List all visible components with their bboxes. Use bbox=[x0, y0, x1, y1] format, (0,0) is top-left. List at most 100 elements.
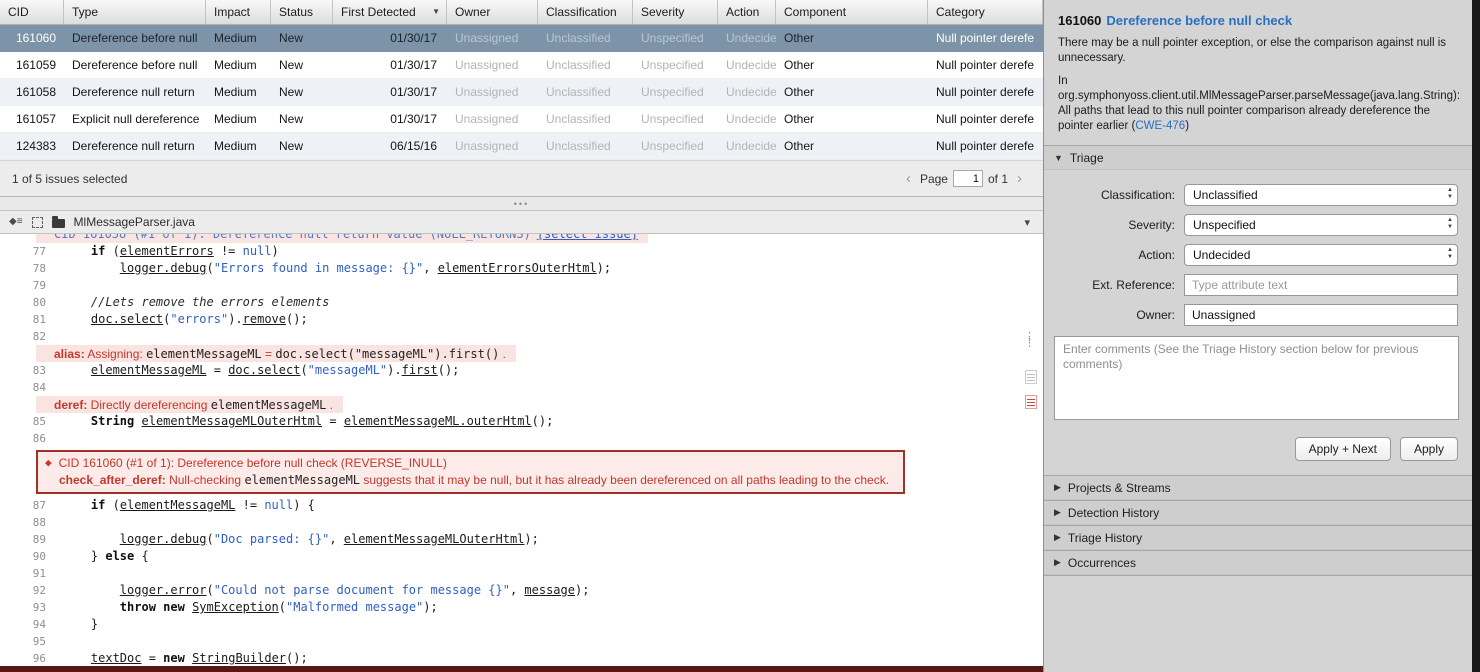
column-header-action[interactable]: Action bbox=[718, 0, 776, 24]
defect-scroll-marker-icon[interactable] bbox=[1025, 395, 1037, 409]
column-header-impact[interactable]: Impact bbox=[206, 0, 271, 24]
defect-event-row: alias: Assigning: elementMessageML = doc… bbox=[0, 345, 1043, 362]
line-number: 87 bbox=[32, 499, 46, 512]
comments-textarea[interactable] bbox=[1054, 336, 1459, 420]
cell: 124383 bbox=[15, 139, 56, 153]
page-number-input[interactable] bbox=[952, 170, 983, 187]
expand-triangle-icon[interactable]: ▶ bbox=[1054, 507, 1061, 518]
column-header-cid[interactable]: CID bbox=[0, 0, 64, 24]
code-token: (); bbox=[286, 312, 308, 326]
table-row-cid-161058[interactable]: 161058 Dereference null return Medium New 01… bbox=[0, 79, 1043, 106]
table-row-cid-124383[interactable]: 124383 Dereference null return Medium New 06… bbox=[0, 133, 1043, 160]
code-identifier-link[interactable]: elementMessageML bbox=[91, 363, 207, 377]
cell: Unassigned bbox=[455, 139, 519, 153]
code-identifier-link[interactable]: remove bbox=[243, 312, 286, 326]
owner-input[interactable] bbox=[1184, 304, 1458, 326]
projects-streams-section-header[interactable]: ▶ Projects & Streams bbox=[1044, 475, 1472, 500]
folder-icon[interactable] bbox=[51, 215, 65, 228]
horizontal-splitter[interactable]: ••• bbox=[0, 197, 1043, 211]
source-filename: MlMessageParser.java bbox=[73, 215, 195, 229]
ext-reference-input[interactable] bbox=[1184, 274, 1458, 296]
column-header-component[interactable]: Component bbox=[776, 0, 928, 24]
cell: New bbox=[279, 112, 304, 126]
select-stepper-icon[interactable]: ▲ ▼ bbox=[1447, 187, 1453, 201]
code-line-93: 93 throw new SymException("Malformed mes… bbox=[0, 599, 1043, 616]
source-code-viewer[interactable]: CID 161058 (#1 of 1): Dereference null r… bbox=[0, 234, 1043, 666]
code-identifier-link[interactable]: elementMessageML bbox=[120, 498, 236, 512]
severity-select[interactable]: Unspecified ▲ ▼ bbox=[1184, 214, 1458, 236]
cell: Unclassified bbox=[546, 139, 611, 153]
code-identifier-link[interactable]: first bbox=[402, 363, 438, 377]
column-header-type[interactable]: Type bbox=[64, 0, 206, 24]
select-issue-link[interactable]: [select issue] bbox=[537, 234, 638, 241]
code-identifier-link[interactable]: doc.select bbox=[228, 363, 300, 377]
code-token: "Errors found in message: {}" bbox=[213, 261, 424, 275]
column-header-first-detected[interactable]: First Detected ▼ bbox=[333, 0, 447, 24]
code-token: String bbox=[90, 414, 135, 428]
column-header-severity[interactable]: Severity bbox=[633, 0, 718, 24]
select-stepper-icon[interactable]: ▲ ▼ bbox=[1447, 247, 1453, 261]
splitter-grip-icon[interactable]: ••• bbox=[514, 199, 529, 209]
defect-list-icon[interactable]: ◆≡ bbox=[9, 217, 23, 227]
code-identifier-link[interactable]: elementMessageML.outerHtml bbox=[344, 414, 532, 428]
code-token: if bbox=[90, 498, 106, 512]
code-identifier-link[interactable]: logger.debug bbox=[120, 532, 207, 546]
occurrences-section-header[interactable]: ▶ Occurrences bbox=[1044, 550, 1472, 575]
select-stepper-icon[interactable]: ▲ ▼ bbox=[1447, 217, 1453, 231]
expand-triangle-icon[interactable]: ▶ bbox=[1054, 557, 1061, 568]
triage-section-header[interactable]: ▼ Triage bbox=[1044, 145, 1472, 170]
pane-resize-dots-icon[interactable]: ⋮ ⋮ bbox=[1024, 331, 1035, 348]
code-identifier-link[interactable]: doc.select bbox=[91, 312, 163, 326]
collapse-triangle-icon[interactable]: ▼ bbox=[1054, 153, 1063, 163]
event-text: Directly dereferencing bbox=[87, 397, 211, 412]
expand-triangle-icon[interactable]: ▶ bbox=[1054, 532, 1061, 543]
triage-history-section-header[interactable]: ▶ Triage History bbox=[1044, 525, 1472, 550]
issue-summary: There may be a null pointer exception, o… bbox=[1058, 37, 1447, 64]
code-identifier-link[interactable]: elementMessageMLOuterHtml bbox=[344, 532, 525, 546]
column-header-category[interactable]: Category bbox=[928, 0, 1043, 24]
fullscreen-icon[interactable] bbox=[31, 216, 43, 228]
apply-next-button[interactable]: Apply + Next bbox=[1294, 437, 1391, 461]
code-line-82: 82 bbox=[0, 328, 1043, 345]
code-identifier-link[interactable]: logger.error bbox=[120, 583, 207, 597]
defect-cid-headline: CID 161060 (#1 of 1): Dereference before… bbox=[58, 455, 447, 470]
cwe-link[interactable]: CWE-476 bbox=[1135, 120, 1185, 132]
classification-select[interactable]: Unclassified ▲ ▼ bbox=[1184, 184, 1458, 206]
code-identifier-link[interactable]: elementErrorsOuterHtml bbox=[438, 261, 597, 275]
issue-detail-panel: 161060 Dereference before null check Ther… bbox=[1043, 0, 1472, 672]
severity-label: Severity: bbox=[1128, 218, 1175, 232]
event-text: Assigning: bbox=[84, 346, 147, 361]
code-identifier-link[interactable]: SymException bbox=[192, 600, 279, 614]
page-next-button[interactable]: › bbox=[1008, 171, 1031, 186]
apply-button[interactable]: Apply bbox=[1399, 437, 1458, 461]
code-identifier-link[interactable]: message bbox=[524, 583, 575, 597]
code-identifier-link[interactable]: elementMessageMLOuterHtml bbox=[142, 414, 323, 428]
table-row-cid-161057[interactable]: 161057 Explicit null dereference Medium New… bbox=[0, 106, 1043, 133]
cell: New bbox=[279, 31, 304, 45]
code-identifier-link[interactable]: StringBuilder bbox=[192, 651, 286, 665]
expand-triangle-icon[interactable]: ▶ bbox=[1054, 482, 1061, 493]
event-text: Null-checking bbox=[165, 472, 245, 487]
column-header-classification[interactable]: Classification bbox=[538, 0, 633, 24]
code-line-96: 96 textDoc = new StringBuilder(); bbox=[0, 650, 1043, 666]
code-text: //Lets remove the errors elements bbox=[62, 294, 329, 311]
code-identifier-link[interactable]: logger.debug bbox=[120, 261, 207, 275]
scroll-marker-icon[interactable] bbox=[1025, 370, 1037, 384]
line-number: 94 bbox=[32, 618, 46, 631]
column-header-status[interactable]: Status bbox=[271, 0, 333, 24]
column-header-owner[interactable]: Owner bbox=[447, 0, 538, 24]
sort-caret-icon[interactable]: ▼ bbox=[432, 7, 440, 24]
code-line-88: 88 bbox=[0, 514, 1043, 531]
page-prev-button[interactable]: ‹ bbox=[897, 171, 920, 186]
code-identifier-link[interactable]: textDoc bbox=[91, 651, 142, 665]
table-row-cid-161060[interactable]: 161060 Dereference before null Medium New 01… bbox=[0, 25, 1043, 52]
cell: New bbox=[279, 139, 304, 153]
table-row-cid-161059[interactable]: 161059 Dereference before null Medium New 01… bbox=[0, 52, 1043, 79]
code-identifier-link[interactable]: elementErrors bbox=[120, 244, 214, 258]
issue-type-link[interactable]: Dereference before null check bbox=[1106, 13, 1292, 28]
detection-history-section-header[interactable]: ▶ Detection History bbox=[1044, 500, 1472, 525]
source-menu-caret-icon[interactable]: ▾ bbox=[1024, 216, 1034, 229]
cell: Unassigned bbox=[455, 85, 519, 99]
action-select[interactable]: Undecided ▲ ▼ bbox=[1184, 244, 1458, 266]
